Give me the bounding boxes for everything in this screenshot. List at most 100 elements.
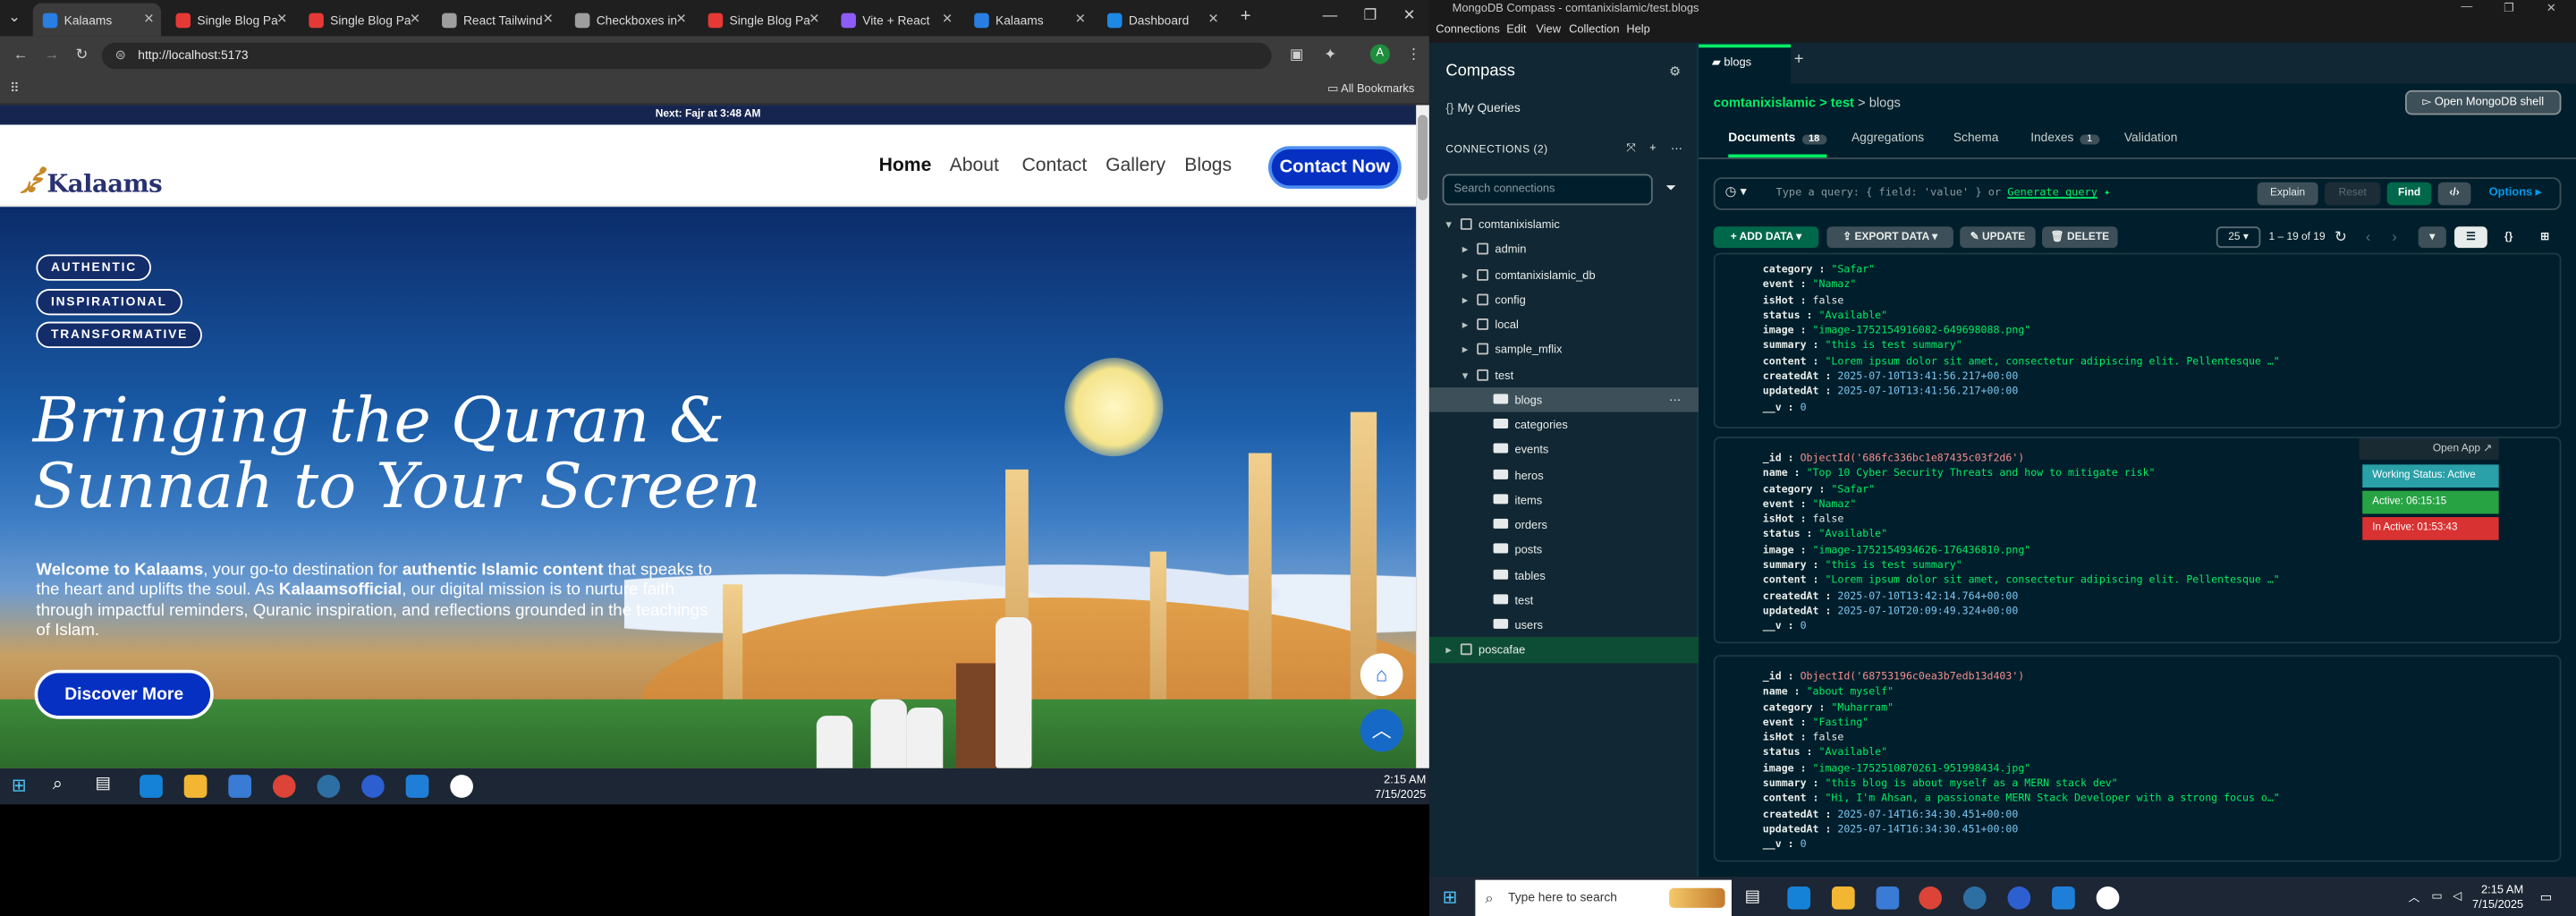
chrome-icon[interactable]	[1919, 886, 1943, 910]
tab-close-icon[interactable]: ✕	[942, 12, 953, 27]
open-shell-button[interactable]: ▻ Open MongoDB shell	[2404, 89, 2562, 115]
tree-caret-icon[interactable]: ▸	[1462, 318, 1478, 332]
mosque-icon[interactable]: ⌂	[1360, 653, 1403, 697]
taskbar-clock[interactable]: 2:15 AM 7/15/2025	[1347, 773, 1426, 802]
browser-tab[interactable]: Kalaams ✕	[964, 4, 1092, 37]
tab-close-icon[interactable]: ✕	[675, 12, 686, 27]
tree-item-tables[interactable]: tables	[1479, 568, 1546, 582]
new-tab-button[interactable]: +	[1241, 6, 1251, 26]
menu-collection[interactable]: Collection	[1569, 25, 1619, 37]
forward-icon[interactable]: →	[45, 46, 60, 62]
export-data-button[interactable]: ⇪ EXPORT DATA ▾	[1826, 226, 1953, 249]
app-icon[interactable]	[450, 775, 473, 798]
selected-collection-row[interactable]	[1428, 387, 1699, 412]
tree-caret-icon[interactable]: ▸	[1462, 344, 1478, 357]
maximize-icon[interactable]: ❐	[1363, 6, 1377, 24]
subtab-aggregations[interactable]: Aggregations	[1852, 130, 1924, 157]
zoom-icon[interactable]	[361, 775, 385, 798]
zoom-icon[interactable]	[2007, 886, 2031, 910]
browser-tab[interactable]: Checkboxes in ✕	[565, 4, 693, 37]
collection-menu-icon[interactable]: ⋯	[1669, 394, 1681, 407]
options-toggle[interactable]: Options ▸	[2489, 185, 2542, 199]
nav-home[interactable]: Home	[879, 156, 932, 175]
page-scrollbar[interactable]	[1416, 105, 1429, 768]
filter-icon[interactable]: ⏷	[1665, 181, 1676, 197]
all-bookmarks[interactable]: ▭ All Bookmarks	[1327, 82, 1414, 96]
task-view-icon[interactable]: ▤	[1745, 888, 1760, 906]
find-button[interactable]: Find	[2386, 182, 2432, 206]
open-app-link[interactable]: Open App ↗	[2359, 437, 2499, 460]
close-window-icon[interactable]: ✕	[1403, 6, 1416, 24]
tree-item-comtanixislamic-db[interactable]: ▸ comtanixislamic_db	[1462, 268, 1596, 282]
update-button[interactable]: ✎ UPDATE	[1960, 226, 2036, 249]
back-icon[interactable]: ←	[13, 46, 29, 62]
apps-icon[interactable]: ⠿	[10, 81, 20, 96]
query-history-icon[interactable]: ◷ ▾	[1725, 184, 1747, 199]
delete-button[interactable]: 🗑 DELETE	[2042, 226, 2118, 249]
tree-item-admin[interactable]: ▸ admin	[1462, 243, 1526, 257]
vscode-icon[interactable]	[2052, 886, 2075, 910]
search-icon[interactable]: ⌕	[53, 775, 76, 798]
browser-tab[interactable]: Vite + React ✕	[831, 4, 959, 37]
tab-close-icon[interactable]: ✕	[1075, 12, 1086, 27]
tree-item-local[interactable]: ▸ local	[1462, 318, 1519, 332]
windows-start-icon[interactable]: ⊞	[1443, 886, 1458, 908]
browser-tab[interactable]: React Tailwind ✕	[432, 4, 560, 37]
tree-item-blogs[interactable]: blogs	[1479, 393, 1542, 407]
tree-item-orders[interactable]: orders	[1479, 518, 1547, 532]
extension-icon[interactable]: ▣	[1290, 46, 1304, 64]
menu-help[interactable]: Help	[1626, 25, 1649, 37]
notification-icon[interactable]: ▭	[2540, 890, 2553, 905]
subtab-validation[interactable]: Validation	[2124, 130, 2177, 157]
browser-tab[interactable]: Kalaams ✕	[32, 3, 161, 37]
tab-close-icon[interactable]: ✕	[143, 12, 154, 27]
tree-caret-icon[interactable]: ▸	[1462, 243, 1478, 257]
reload-icon[interactable]: ↻	[75, 46, 88, 64]
subtab-schema[interactable]: Schema	[1953, 130, 1999, 157]
browser-tab[interactable]: Single Blog Pa ✕	[699, 4, 826, 37]
settings-icon[interactable]: ⚙	[1669, 64, 1681, 80]
page-size-select[interactable]: 25 ▾	[2216, 226, 2261, 249]
tree-item-posts[interactable]: posts	[1479, 543, 1542, 557]
next-page-icon[interactable]: ›	[2392, 228, 2397, 244]
vscode-icon[interactable]	[405, 775, 429, 798]
reset-button[interactable]: Reset	[2324, 182, 2381, 206]
edge-icon[interactable]	[140, 775, 163, 798]
subtab-indexes[interactable]: Indexes 1	[2030, 130, 2099, 157]
tab-close-icon[interactable]: ✕	[1208, 12, 1219, 27]
tree-item-sample-mflix[interactable]: ▸ sample_mflix	[1462, 344, 1562, 357]
taskbar-clock-right[interactable]: 2:15 AM 7/15/2025	[2470, 883, 2523, 912]
breadcrumb-connection[interactable]: comtanixislamic	[1714, 95, 1816, 110]
store-icon[interactable]	[1876, 886, 1900, 910]
explain-button[interactable]: Explain	[2257, 182, 2318, 206]
browser-tab[interactable]: Single Blog Pa ✕	[299, 4, 427, 37]
file-explorer-icon[interactable]	[1831, 886, 1855, 910]
nav-contact[interactable]: Contact	[1021, 156, 1087, 175]
tree-caret-icon[interactable]: ▸	[1462, 268, 1478, 282]
tree-caret-icon[interactable]: ▸	[1462, 293, 1478, 307]
volume-icon[interactable]: ◁	[2453, 890, 2462, 903]
browser-tab[interactable]: Dashboard ✕	[1097, 4, 1225, 37]
tree-item-comtanixislamic[interactable]: ▾ comtanixislamic	[1445, 218, 1560, 232]
search-connections-input[interactable]: Search connections	[1442, 174, 1653, 206]
tree-item-test[interactable]: test	[1479, 593, 1533, 607]
tab-close-icon[interactable]: ✕	[410, 12, 420, 27]
subtab-documents[interactable]: Documents 18	[1728, 130, 1826, 158]
contact-now-button[interactable]: Contact Now	[1267, 146, 1402, 190]
discover-more-button[interactable]: Discover More	[34, 669, 214, 719]
menu-icon[interactable]: ⋮	[1406, 46, 1421, 64]
edge-icon[interactable]	[1787, 886, 1811, 910]
json-view-icon[interactable]: {}	[2492, 226, 2526, 249]
nav-blogs[interactable]: Blogs	[1184, 156, 1232, 175]
tree-item-poscafae[interactable]: ▸ poscafae	[1445, 643, 1525, 657]
scrollbar-thumb[interactable]	[1418, 114, 1428, 200]
store-icon[interactable]	[228, 775, 252, 798]
network-icon[interactable]: ▭	[2431, 890, 2442, 903]
taskbar-search-box[interactable]: ⌕ Type here to search	[1475, 879, 1732, 916]
tab-close-icon[interactable]: ✕	[276, 12, 287, 27]
breadcrumb-database[interactable]: test	[1831, 95, 1854, 110]
tree-item-config[interactable]: ▸ config	[1462, 293, 1526, 307]
add-data-button[interactable]: + ADD DATA ▾	[1713, 226, 1819, 249]
tree-caret-icon[interactable]: ▾	[1462, 369, 1478, 382]
nav-about[interactable]: About	[950, 156, 999, 175]
